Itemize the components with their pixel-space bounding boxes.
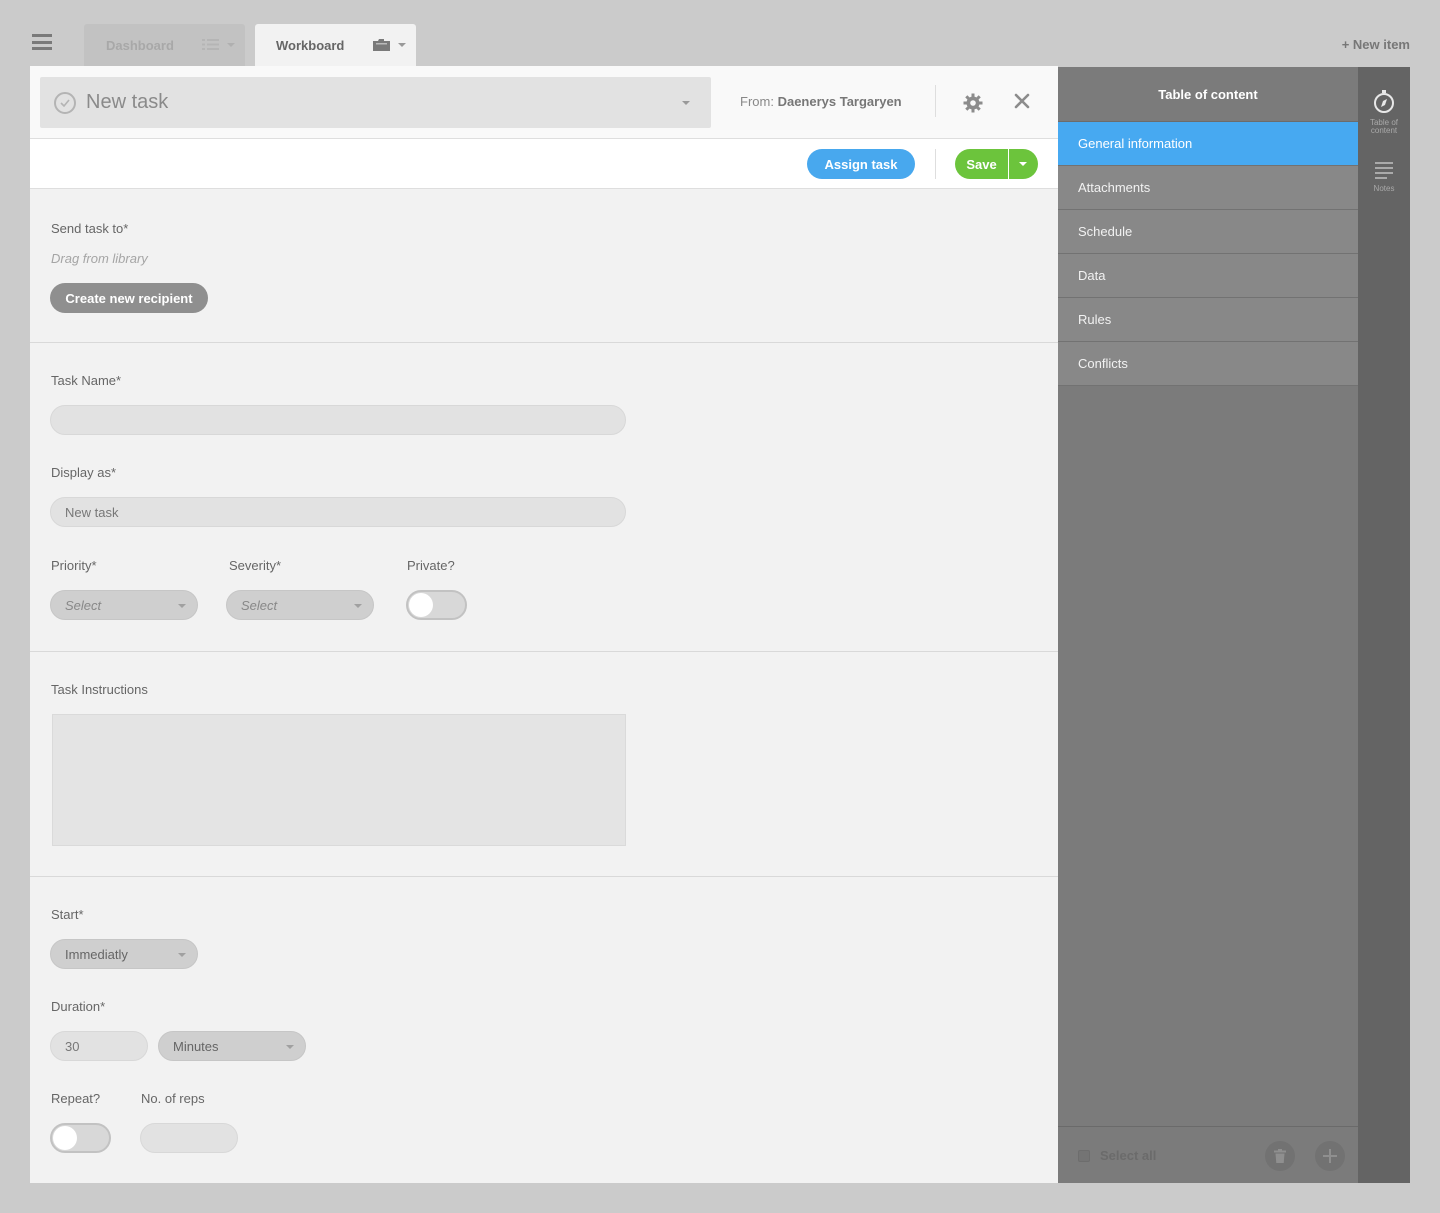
task-from: From: Daenerys Targaryen (740, 94, 902, 109)
instructions-section: Task Instructions (30, 652, 1058, 877)
private-toggle[interactable] (406, 590, 467, 620)
right-rail: Table of content Notes (1358, 67, 1410, 1183)
severity-label: Severity* (229, 558, 282, 573)
gear-icon[interactable] (962, 92, 984, 114)
save-button[interactable]: Save (955, 149, 1008, 179)
start-label: Start* (51, 907, 84, 922)
rail-table-of-content[interactable]: Table of content (1358, 89, 1410, 135)
trash-icon (1274, 1149, 1286, 1163)
private-label: Private? (407, 558, 455, 573)
folder-icon (373, 39, 390, 51)
rail-notes-label: Notes (1373, 184, 1395, 193)
duration-input[interactable]: 30 (50, 1031, 148, 1061)
check-circle-icon (54, 91, 76, 114)
new-item-button[interactable]: + New item (1342, 37, 1410, 52)
plus-icon (1323, 1149, 1337, 1163)
from-name: Daenerys Targaryen (777, 94, 902, 109)
divider (935, 149, 936, 179)
task-title: New task (86, 91, 169, 113)
notes-icon (1375, 162, 1393, 179)
toc-item-schedule[interactable]: Schedule (1058, 210, 1358, 254)
tab-workboard-label: Workboard (276, 37, 345, 53)
schedule-section: Start* Immediatly Duration* 30 Minutes R… (30, 877, 1058, 1183)
details-section: Task Name* Display as* New task Priority… (30, 343, 1058, 652)
close-icon[interactable] (1013, 92, 1031, 110)
duration-unit-select[interactable]: Minutes (158, 1031, 306, 1061)
task-header: New task From: Daenerys Targaryen (30, 66, 1058, 139)
severity-value: Select (241, 597, 278, 613)
grid-list-icon (202, 39, 219, 50)
task-panel: New task From: Daenerys Targaryen Assign… (30, 66, 1058, 1183)
toc-item-data[interactable]: Data (1058, 254, 1358, 298)
chevron-down-icon (354, 604, 362, 608)
tab-dashboard-label: Dashboard (106, 37, 174, 53)
select-all-label[interactable]: Select all (1100, 1148, 1156, 1163)
chevron-down-icon[interactable] (398, 43, 406, 47)
add-button[interactable] (1315, 1141, 1345, 1171)
send-section: Send task to* Drag from library Create n… (30, 189, 1058, 343)
duration-unit-value: Minutes (173, 1038, 219, 1054)
rail-notes[interactable]: Notes (1358, 161, 1410, 193)
menu-icon[interactable] (32, 34, 52, 50)
repeat-label: Repeat? (51, 1091, 101, 1106)
rail-toc-label-line2: content (1370, 126, 1398, 135)
start-value: Immediatly (65, 946, 128, 962)
chevron-down-icon (286, 1045, 294, 1049)
tab-workboard[interactable]: Workboard (255, 24, 416, 66)
priority-value: Select (65, 597, 102, 613)
assign-task-button[interactable]: Assign task (807, 149, 915, 179)
display-as-input[interactable]: New task (50, 497, 626, 527)
display-as-label: Display as* (51, 465, 117, 480)
chevron-down-icon (178, 604, 186, 608)
from-label: From: (740, 94, 774, 109)
start-select[interactable]: Immediatly (50, 939, 198, 969)
toc-title: Table of content (1058, 67, 1358, 122)
chevron-down-icon (682, 101, 690, 105)
toc-item-general-information[interactable]: General information (1058, 122, 1358, 166)
toc-sidebar: Table of content General information Att… (1058, 67, 1358, 1183)
task-title-dropdown[interactable]: New task (40, 77, 711, 128)
task-name-label: Task Name* (51, 373, 122, 388)
chevron-down-icon (178, 953, 186, 957)
toc-item-conflicts[interactable]: Conflicts (1058, 342, 1358, 386)
toc-item-rules[interactable]: Rules (1058, 298, 1358, 342)
action-bar: Assign task Save (30, 139, 1058, 189)
drag-hint: Drag from library (51, 251, 148, 266)
compass-icon (1374, 90, 1394, 113)
duration-label: Duration* (51, 999, 106, 1014)
instructions-textarea[interactable] (52, 714, 626, 846)
severity-select[interactable]: Select (226, 590, 374, 620)
toc-item-attachments[interactable]: Attachments (1058, 166, 1358, 210)
repeat-toggle[interactable] (50, 1123, 111, 1153)
delete-button[interactable] (1265, 1141, 1295, 1171)
priority-select[interactable]: Select (50, 590, 198, 620)
instructions-label: Task Instructions (51, 682, 148, 697)
chevron-down-icon[interactable] (227, 43, 235, 47)
reps-label: No. of reps (141, 1091, 205, 1106)
toc-footer: Select all (1058, 1126, 1358, 1183)
save-options-button[interactable] (1009, 149, 1038, 179)
priority-label: Priority* (51, 558, 97, 573)
create-recipient-button[interactable]: Create new recipient (50, 283, 208, 313)
select-all-checkbox[interactable] (1078, 1150, 1090, 1162)
send-to-label: Send task to* (51, 221, 129, 236)
reps-input[interactable] (140, 1123, 238, 1153)
rail-toc-label: Table of content (1370, 119, 1398, 135)
task-name-input[interactable] (50, 405, 626, 435)
tab-dashboard[interactable]: Dashboard (84, 24, 245, 66)
divider (935, 85, 936, 117)
